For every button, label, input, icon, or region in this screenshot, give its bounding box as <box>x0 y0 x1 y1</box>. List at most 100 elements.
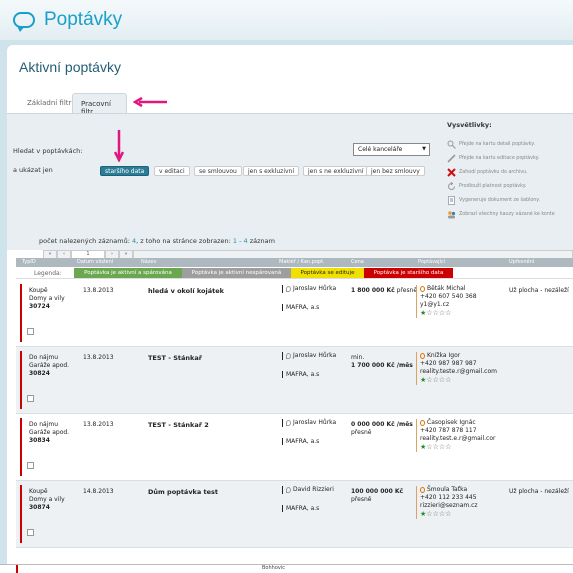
col-type-id[interactable]: TypID <box>22 259 36 265</box>
contact-name: Časopisek Ignác <box>427 419 476 426</box>
contact-email: reality.teste.r@gmail.com <box>420 368 497 375</box>
table-row[interactable]: Koupě Domy a vily 30874 14.8.2013 Dům popt… <box>16 481 573 548</box>
col-name[interactable]: Název <box>141 259 156 265</box>
type-cell: Koupě Domy a vily 30724 <box>29 287 65 311</box>
contact-phone: +420 607 540 368 <box>420 293 477 300</box>
rating-stars-icon: ★☆☆☆☆ <box>420 376 451 384</box>
legend-editing: Poptávka se edituje <box>291 268 364 278</box>
contact-email: rizzieri@seznam.cz <box>420 502 478 509</box>
refresh-icon <box>448 181 455 190</box>
chip-no-contract[interactable]: jen bez smlouvy <box>366 166 425 176</box>
price-suffix: přesně <box>351 496 372 503</box>
count-mid: , z toho na stránce zobrazen: <box>136 237 231 245</box>
record-id: 30824 <box>29 370 50 377</box>
agent-name: Jaroslav Hůrka <box>293 352 337 359</box>
pin-icon <box>286 352 291 359</box>
contact-name: Šmoula Taťka <box>427 486 468 493</box>
star-icon[interactable]: ☆ <box>445 510 451 518</box>
table-row[interactable]: Koupě Domy a vily 30724 13.8.2013 hledá v … <box>16 280 573 347</box>
col-price[interactable]: Cena <box>351 259 364 265</box>
document-icon <box>448 195 455 205</box>
type-cell: Koupě Domy a vily 30874 <box>29 488 65 512</box>
star-icon[interactable]: ☆ <box>445 309 451 317</box>
row-checkbox[interactable] <box>27 462 34 469</box>
row-checkbox[interactable] <box>27 328 34 335</box>
chip-non-exclusive[interactable]: jen s ne exkluzivní <box>303 166 369 176</box>
contact-phone: +420 987 987 987 <box>420 360 477 367</box>
price-suffix: přesně <box>396 287 418 294</box>
type-line1: Do nájmu <box>29 354 58 361</box>
office-cell: MAFRA, a.s <box>282 505 319 512</box>
search-in-label: Hledat v poptávkách: <box>13 147 83 155</box>
price-suffix: přesně <box>351 429 372 436</box>
main-panel: Aktivní poptávky Základní filtr Pracovní… <box>7 45 573 573</box>
name-cell[interactable]: hledá v okolí kojátek <box>148 287 224 295</box>
type-line1: Do nájmu <box>29 421 58 428</box>
star-icon[interactable]: ☆ <box>445 443 451 451</box>
star-icon[interactable]: ☆ <box>445 376 451 384</box>
tab-work-filter[interactable]: Pracovní filtr <box>72 93 127 116</box>
type-cell: Do nájmu Garáže apod. 30824 <box>29 354 69 378</box>
contact-email: reality.test.e.r@gmail.cor <box>420 435 496 442</box>
type-line2: Domy a vily <box>29 496 65 503</box>
table-row[interactable]: Do nájmu Garáže apod. 30834 13.8.2013 TEST… <box>16 414 573 481</box>
price-prefix: min. <box>351 354 365 361</box>
rating-stars-icon: ★☆☆☆☆ <box>420 309 451 317</box>
chip-older-date[interactable]: staršího data <box>100 166 150 176</box>
page-title: Aktivní poptávky <box>19 59 121 75</box>
magnifier-icon <box>447 140 456 149</box>
agent-cell: Jaroslav Hůrka <box>282 352 336 360</box>
row-checkbox[interactable] <box>27 395 34 402</box>
col-date[interactable]: Datum vložení <box>77 259 113 265</box>
chip-exclusive[interactable]: jen s exkluzivní <box>243 166 300 176</box>
price-value: 1 700 000 Kč /měs <box>351 362 413 369</box>
explanation-text: Zobrazí všechny kauzy vázané ke konte <box>459 211 555 217</box>
chip-with-contract[interactable]: se smlouvou <box>194 166 242 176</box>
office-cell: MAFRA, a.s <box>282 371 319 378</box>
legend-row: Legenda: Poptávka je aktivní a spárována… <box>16 267 573 279</box>
agent-cell: Jaroslav Hůrka <box>282 419 336 427</box>
row-checkbox[interactable] <box>27 529 34 536</box>
delete-x-icon <box>447 167 456 177</box>
agent-name: Jaroslav Hůrka <box>293 285 337 292</box>
name-cell[interactable]: TEST - Stánkař 2 <box>148 421 209 429</box>
explanations-panel: Vysvětlivky: Přejde na kartu detail popt… <box>447 121 573 221</box>
pin-icon <box>286 419 291 426</box>
name-cell[interactable]: Dům poptávka test <box>148 488 218 496</box>
explanation-item: Prodlouží platnost poptávky. <box>447 179 573 193</box>
office-select[interactable]: Celé kanceláře <box>353 143 430 156</box>
top-bar: Poptávky <box>0 0 573 40</box>
name-cell[interactable]: TEST - Stánkař <box>148 354 202 362</box>
col-detail[interactable]: Upřesnění <box>509 259 534 265</box>
legend-older: Poptávka je staršího data <box>364 268 453 278</box>
status-bar <box>20 284 22 342</box>
chip-in-edit[interactable]: v editaci <box>154 166 190 176</box>
tab-basic-filter[interactable]: Základní filtr <box>19 93 79 113</box>
type-line1: Koupě <box>29 488 48 495</box>
filter-box: Hledat v poptávkách: a ukázat jen Celé k… <box>7 113 573 250</box>
record-id: 30724 <box>29 303 50 310</box>
contact-phone: +420 112 233 445 <box>420 494 477 501</box>
explanation-text: Vygeneruje dokument ze šablony. <box>459 197 540 203</box>
type-line2: Garáže apod. <box>29 362 70 369</box>
pin-icon <box>286 285 291 292</box>
agent-cell: Jaroslav Hůrka <box>282 285 336 293</box>
price-value: 100 000 000 Kč <box>351 488 404 495</box>
pencil-icon <box>447 153 456 163</box>
table-header: TypID Datum vložení Název Makléř / Kan.p… <box>16 258 573 267</box>
price-cell: min. 1 700 000 Kč /měs <box>351 354 413 370</box>
explanation-item: Zahodí poptávku do archivu. <box>447 165 573 179</box>
price-cell: 0 000 000 Kč /měs přesně <box>351 421 413 437</box>
contact-email: y1@y1.cz <box>420 301 450 308</box>
status-bar <box>20 485 22 543</box>
col-agent[interactable]: Makléř / Kan.popt. <box>279 259 325 265</box>
speech-bubble-icon <box>13 12 35 32</box>
date-cell: 13.8.2013 <box>83 287 114 294</box>
explanation-item: Vygeneruje dokument ze šablony. <box>447 193 573 207</box>
price-value: 0 000 000 Kč /měs <box>351 421 413 428</box>
table-row[interactable]: Do nájmu Garáže apod. 30824 13.8.2013 TEST… <box>16 347 573 414</box>
contact-cell: Šmoula Taťka +420 112 233 445 rizzieri@sez… <box>416 486 478 519</box>
contact-cell: Časopisek Ignác +420 787 878 117 reality.t… <box>416 419 496 452</box>
col-requester[interactable]: Poptávající <box>418 259 445 265</box>
contact-name: Knížka Igor <box>427 352 461 359</box>
